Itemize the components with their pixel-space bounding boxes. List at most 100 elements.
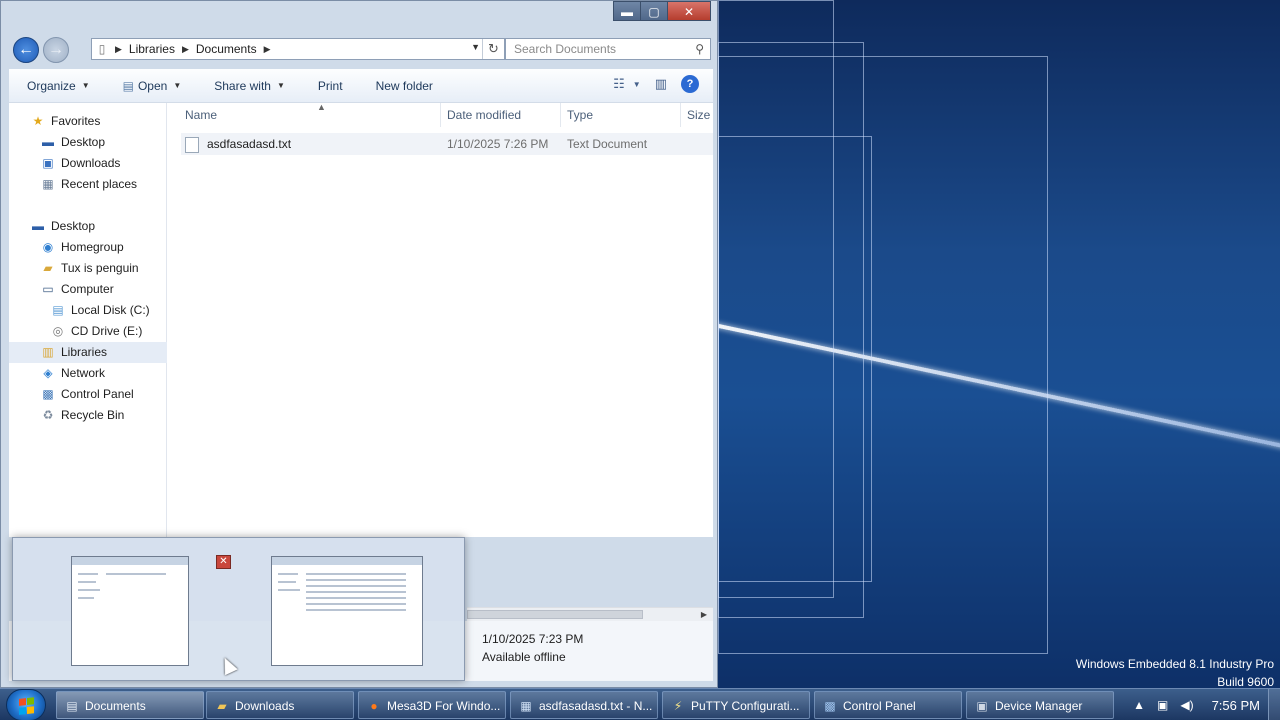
tree-item-label: Recent places: [61, 177, 138, 191]
taskbar-thumbnail-preview: ✕: [12, 537, 465, 681]
tree-item-label: Libraries: [61, 345, 108, 359]
tree-item-cd-drive[interactable]: ◎ CD Drive (E:): [49, 321, 165, 342]
sort-ascending-icon: ▲: [317, 102, 326, 112]
tree-item-control-panel[interactable]: ▩ Control Panel: [39, 384, 165, 405]
close-thumbnail-icon[interactable]: ✕: [216, 555, 231, 569]
chevron-down-icon[interactable]: ▼: [471, 42, 480, 52]
tree-item-label: Control Panel: [61, 387, 134, 401]
file-name-cell: asdfasadasd.txt: [185, 133, 291, 155]
breadcrumb-separator-icon[interactable]: ▶: [112, 44, 125, 55]
back-arrow-icon[interactable]: ←: [13, 37, 39, 63]
taskbar-item-label: PuTTY Configurati...: [691, 699, 800, 713]
help-icon[interactable]: ?: [681, 75, 699, 93]
refresh-icon[interactable]: ↻: [482, 39, 504, 59]
search-icon[interactable]: ⚲: [695, 39, 704, 59]
open-button[interactable]: ▤ Open ▼: [105, 79, 197, 93]
new-folder-label: New folder: [375, 78, 433, 93]
show-desktop-button[interactable]: [1268, 689, 1280, 720]
tree-item-homegroup[interactable]: ◉ Homegroup: [39, 237, 165, 258]
taskbar-item-notepad[interactable]: ▦ asdfasadasd.txt - N...: [510, 691, 658, 719]
tree-item-downloads[interactable]: ▣ Downloads: [39, 153, 165, 174]
watermark-edition: Windows Embedded 8.1 Industry Pro: [1075, 657, 1274, 671]
taskbar-item-label: Documents: [85, 699, 146, 713]
tree-item-user[interactable]: ▰ Tux is penguin: [39, 258, 165, 279]
tree-item-label: Homegroup: [61, 240, 124, 254]
recycle-bin-icon: ♻: [42, 408, 54, 422]
tree-item-label: CD Drive (E:): [71, 324, 143, 338]
forward-arrow-icon[interactable]: →: [43, 37, 69, 63]
tree-item-favorites[interactable]: ★ Favorites: [29, 111, 165, 132]
taskbar-item-control-panel[interactable]: ▩ Control Panel: [814, 691, 962, 719]
taskbar-item-putty[interactable]: ⚡ PuTTY Configurati...: [662, 691, 810, 719]
notepad-icon: ▦: [520, 699, 532, 713]
minimize-button[interactable]: ▬: [613, 1, 641, 21]
open-label: Open: [137, 78, 168, 93]
column-header-date[interactable]: Date modified: [441, 103, 561, 127]
file-row[interactable]: asdfasadasd.txt 1/10/2025 7:26 PM Text D…: [181, 133, 713, 155]
horizontal-scrollbar[interactable]: ▶: [467, 607, 713, 621]
change-view-icon[interactable]: ☷: [613, 76, 625, 92]
volume-icon[interactable]: ◀): [1180, 698, 1193, 712]
cd-drive-icon: ◎: [52, 324, 64, 338]
computer-icon: ▭: [42, 282, 54, 296]
tree-item-label: Computer: [61, 282, 114, 296]
organize-button[interactable]: Organize ▼: [9, 79, 105, 93]
taskbar-item-device-manager[interactable]: ▣ Device Manager: [966, 691, 1114, 719]
tree-item-desktop-fav[interactable]: ▬ Desktop: [39, 132, 165, 153]
taskbar-item-label: Mesa3D For Windo...: [387, 699, 501, 713]
share-with-label: Share with: [214, 78, 271, 93]
tree-item-local-disk[interactable]: ▤ Local Disk (C:): [49, 300, 165, 321]
chevron-down-icon: ▼: [81, 81, 90, 90]
tree-item-label: Recycle Bin: [61, 408, 125, 422]
folder-icon: ▰: [217, 699, 227, 713]
print-button[interactable]: Print: [300, 79, 358, 93]
tree-item-network[interactable]: ◈ Network: [39, 363, 165, 384]
thumbnail-downloads-window[interactable]: [271, 556, 423, 666]
breadcrumb-separator-icon[interactable]: ▶: [261, 44, 274, 55]
clock[interactable]: 7:56 PM: [1212, 698, 1260, 713]
file-list: Name ▲ Date modified Type Size asdfasada…: [167, 102, 713, 537]
tree-item-recent-places[interactable]: ▦ Recent places: [39, 174, 165, 195]
chevron-down-icon[interactable]: ▼: [633, 80, 641, 89]
organize-label: Organize: [27, 78, 76, 93]
start-button[interactable]: [6, 689, 46, 720]
taskbar-item-documents[interactable]: ▤ Documents: [56, 691, 204, 719]
tree-item-label: Favorites: [51, 114, 101, 128]
taskbar-item-downloads[interactable]: ▰ Downloads: [206, 691, 354, 719]
breadcrumb-separator-icon[interactable]: ▶: [179, 44, 192, 55]
scrollbar-thumb[interactable]: [467, 610, 643, 619]
tree-item-libraries[interactable]: ▥ Libraries: [9, 342, 167, 363]
close-button[interactable]: ✕: [667, 1, 711, 21]
thumbnail-documents-window[interactable]: [71, 556, 189, 666]
taskbar-item-firefox[interactable]: ● Mesa3D For Windo...: [358, 691, 506, 719]
breadcrumb-libraries[interactable]: Libraries: [125, 42, 179, 56]
windows-watermark: Windows Embedded 8.1 Industry Pro Build …: [1076, 655, 1274, 691]
chevron-down-icon: ▼: [276, 81, 285, 90]
breadcrumb-documents[interactable]: Documents: [192, 42, 261, 56]
new-folder-button[interactable]: New folder: [358, 79, 448, 93]
network-status-icon[interactable]: ▣: [1157, 698, 1168, 712]
desktop-icon: ▬: [32, 219, 44, 233]
maximize-button[interactable]: ▢: [640, 1, 668, 21]
tree-item-computer[interactable]: ▭ Computer: [39, 279, 165, 300]
column-header-type[interactable]: Type: [561, 103, 681, 127]
taskbar: ▤ Documents ▰ Downloads ● Mesa3D For Win…: [0, 688, 1280, 720]
show-hidden-icons-icon[interactable]: ▲: [1133, 698, 1145, 712]
share-with-button[interactable]: Share with ▼: [196, 79, 300, 93]
preview-pane-icon[interactable]: ▥: [655, 76, 667, 92]
column-header-size[interactable]: Size: [681, 103, 721, 127]
search-input[interactable]: Search Documents ⚲: [505, 38, 711, 60]
address-bar[interactable]: ▯ ▶ Libraries ▶ Documents ▶ ▼ ↻: [91, 38, 505, 60]
column-header-name[interactable]: Name ▲: [179, 102, 441, 127]
tree-item-recycle-bin[interactable]: ♻ Recycle Bin: [39, 405, 165, 426]
control-panel-icon: ▩: [42, 387, 54, 401]
tree-item-desktop[interactable]: ▬ Desktop: [29, 216, 165, 237]
file-date: 1/10/2025 7:26 PM: [447, 137, 549, 151]
scroll-right-icon[interactable]: ▶: [701, 608, 707, 622]
taskbar-item-label: asdfasadasd.txt - N...: [539, 699, 653, 713]
user-folder-icon: ▰: [43, 261, 53, 275]
details-date-value: 1/10/2025 7:23 PM: [482, 632, 584, 646]
desktop-window-outline: [718, 136, 872, 582]
network-icon: ◈: [43, 366, 53, 380]
view-controls: ☷ ▼ ▥ ?: [599, 75, 699, 93]
